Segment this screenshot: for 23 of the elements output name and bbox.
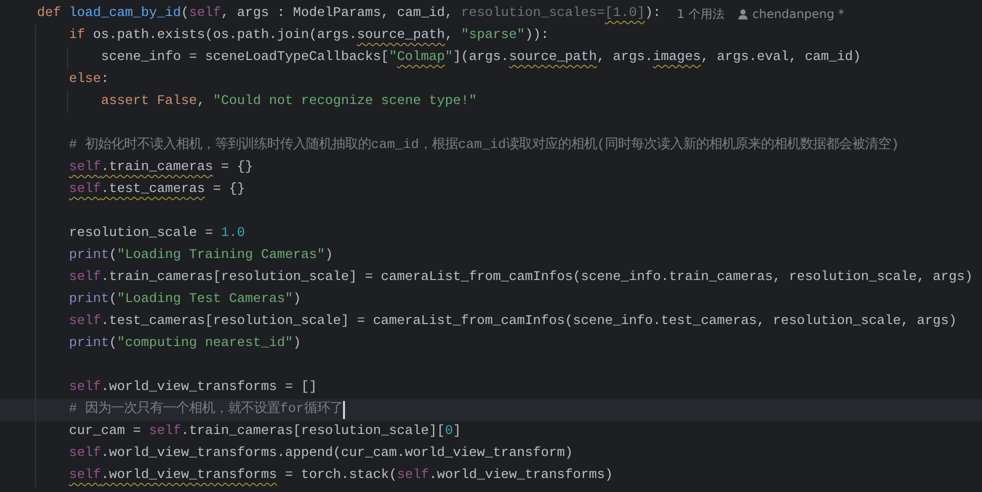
code-line: print("Loading Training Cameras") (69, 247, 333, 265)
code-line: assert False, "Could not recognize scene type!" (101, 93, 477, 111)
code-line: self.world_view_transforms.append(cur_cam.world_view_transform) (69, 445, 573, 463)
author-hint[interactable]: chendanpeng * (752, 3, 844, 25)
code-line: self.world_view_transforms = [] (69, 379, 317, 397)
code-line: self.train_cameras = {} (69, 159, 253, 177)
code-line: print("computing nearest_id") (69, 335, 301, 353)
code-line: cur_cam = self.train_cameras[resolution_scale][0] (69, 423, 461, 441)
code-line: # 初始化时不读入相机，等到训练时传入随机抽取的cam_id，根据cam_id读取对应的相机(同时每次读入新的相机原来的相机数据都会被清空) (69, 136, 899, 155)
usages-hint[interactable]: 1 个用法 (676, 3, 724, 25)
code-line: scene_info = sceneLoadTypeCallbacks["Colmap"](args.source_path, args.images, args.eval, cam_id) (101, 49, 861, 67)
code-line: else: (69, 71, 109, 89)
user-icon (738, 8, 748, 20)
text-cursor (343, 401, 345, 419)
code-line: self.test_cameras[resolution_scale] = cameraList_from_camInfos(scene_info.test_cameras, resolution_scale, args) (69, 313, 957, 331)
code-line: self.train_cameras[resolution_scale] = cameraList_from_camInfos(scene_info.train_cameras, resolution_scale, args) (69, 269, 973, 287)
code-line: resolution_scale = 1.0 (69, 225, 245, 243)
code-line: self.test_cameras = {} (69, 181, 245, 199)
code-line: print("Loading Test Cameras") (69, 291, 301, 309)
code-line: if os.path.exists(os.path.join(args.source_path, "sparse")): (69, 27, 549, 45)
code-line: def load_cam_by_id(self, args : ModelParams, cam_id, resolution_scales=[1.0]): (37, 5, 661, 23)
code-line: # 因为一次只有一个相机，就不设置for循环了 (69, 400, 343, 419)
code-line: self.world_view_transforms = torch.stack(self.world_view_transforms) (69, 467, 613, 485)
